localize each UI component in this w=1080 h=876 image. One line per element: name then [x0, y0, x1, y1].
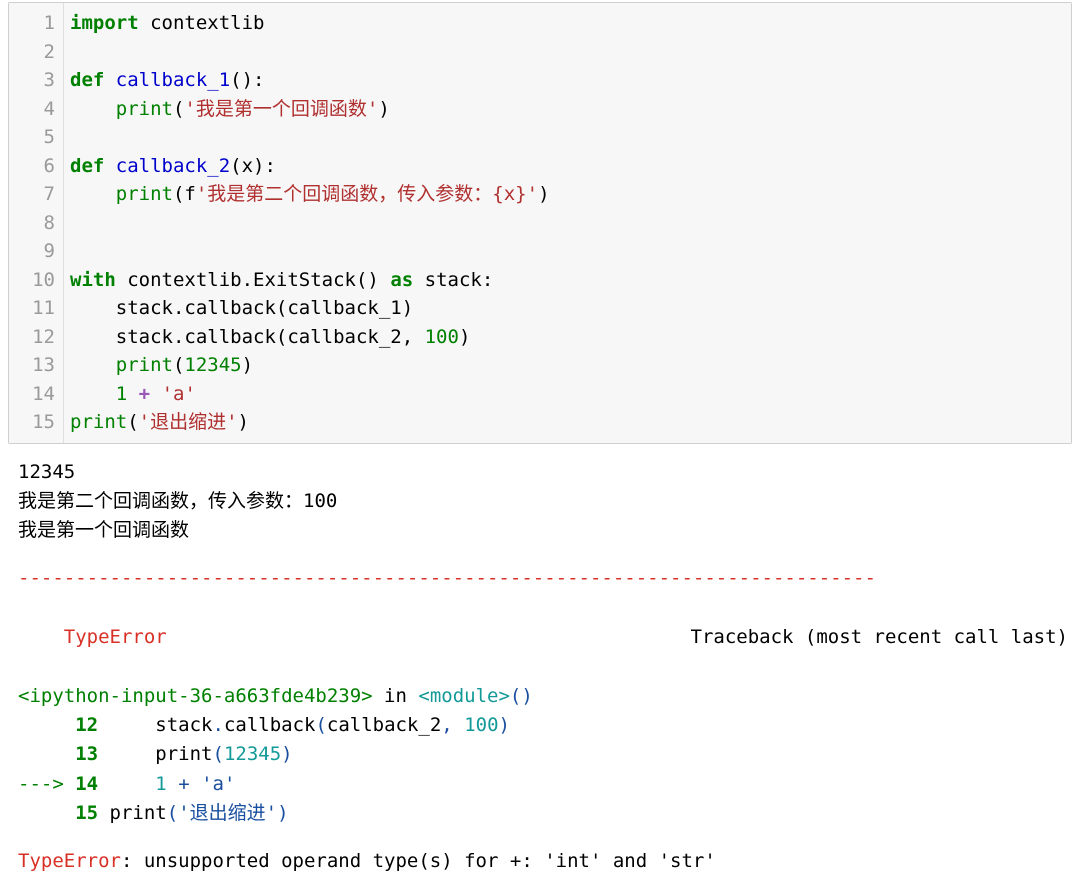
code-cell-inner: 1 2 3 4 5 6 7 8 9 10 11 12 13 14 15 impo…: [9, 3, 1071, 443]
keyword-as: as: [390, 269, 413, 291]
paren: ): [378, 98, 389, 120]
paren: ): [242, 354, 253, 376]
code-line: with contextlib.ExitStack() as stack:: [70, 266, 1071, 295]
keyword-def: def: [70, 155, 104, 177]
code-line-blank: [70, 123, 1071, 152]
string-literal: '退出缩进': [139, 411, 238, 433]
line-number: 1: [9, 9, 55, 38]
line-number: 11: [9, 294, 55, 323]
line-number-gutter: 1 2 3 4 5 6 7 8 9 10 11 12 13 14 15: [9, 3, 63, 443]
number-literal: 100: [425, 326, 459, 348]
builtin-call: print: [116, 354, 173, 376]
line-number: 12: [9, 323, 55, 352]
code-text: ():: [230, 69, 264, 91]
code-text: stack.callback(callback_1): [70, 297, 413, 319]
indent: [70, 183, 116, 205]
line-number: 5: [9, 123, 55, 152]
traceback-in: in: [373, 685, 419, 707]
tb-lineno: 13: [18, 743, 98, 765]
code-text: contextlib.ExitStack(): [116, 269, 391, 291]
traceback-line: 12 stack.callback(callback_2, 100): [18, 711, 1068, 740]
traceback-rule: ----------------------------------------…: [18, 564, 1068, 593]
code-line-blank: [70, 237, 1071, 266]
tb-lineno: 12: [18, 714, 98, 736]
paren: (: [173, 98, 184, 120]
keyword-with: with: [70, 269, 116, 291]
code-editor[interactable]: import contextlib def callback_1(): prin…: [63, 3, 1071, 443]
code-line: print('退出缩进'): [70, 408, 1071, 437]
function-name: callback_1: [104, 69, 230, 91]
traceback-label: Traceback (most recent call last): [691, 623, 1069, 652]
code-line: stack.callback(callback_1): [70, 294, 1071, 323]
code-line: def callback_2(x):: [70, 152, 1071, 181]
keyword-import: import: [70, 12, 139, 34]
line-number: 7: [9, 180, 55, 209]
module-name: contextlib: [139, 12, 265, 34]
stdout-line: 12345: [18, 458, 1068, 487]
paren: ): [238, 411, 249, 433]
line-number: 13: [9, 351, 55, 380]
line-number: 8: [9, 209, 55, 238]
tb-arrow: --->: [18, 773, 75, 795]
error-message: : unsupported operand type(s) for +: 'in…: [121, 850, 716, 872]
traceback-line: 13 print(12345): [18, 740, 1068, 769]
traceback-module: <module>: [418, 685, 510, 707]
code-line: import contextlib: [70, 9, 1071, 38]
code-line: def callback_1():: [70, 66, 1071, 95]
traceback-header: TypeError Traceback (most recent call las…: [18, 593, 1068, 681]
code-line-blank: [70, 38, 1071, 67]
code-cell: 1 2 3 4 5 6 7 8 9 10 11 12 13 14 15 impo…: [8, 2, 1072, 444]
traceback-parens: (): [510, 685, 533, 707]
code-line: stack.callback(callback_2, 100): [70, 323, 1071, 352]
indent: [70, 383, 116, 405]
indent: [70, 98, 116, 120]
stdout-line: 我是第一个回调函数: [18, 516, 1068, 545]
error-name: TypeError: [64, 626, 167, 648]
code-text: stack.callback(callback_2,: [70, 326, 425, 348]
traceback-line-current: ---> 14 1 + 'a': [18, 770, 1068, 799]
line-number: 3: [9, 66, 55, 95]
indent: [70, 354, 116, 376]
builtin-call: print: [116, 98, 173, 120]
builtin-call: print: [70, 411, 127, 433]
paren: (f: [173, 183, 196, 205]
code-text: (x):: [230, 155, 276, 177]
keyword-def: def: [70, 69, 104, 91]
line-number: 15: [9, 408, 55, 437]
code-line: print('我是第一个回调函数'): [70, 95, 1071, 124]
line-number: 6: [9, 152, 55, 181]
error-name: TypeError: [18, 850, 121, 872]
traceback-frame: <ipython-input-36-a663fde4b239> in <modu…: [18, 682, 1068, 711]
line-number: 10: [9, 266, 55, 295]
line-number: 4: [9, 95, 55, 124]
paren: ): [538, 183, 549, 205]
tb-lineno: 15: [18, 802, 98, 824]
line-number: 9: [9, 237, 55, 266]
traceback-final: TypeError: unsupported operand type(s) f…: [18, 847, 1068, 876]
code-text: ): [459, 326, 470, 348]
string-literal: '我是第一个回调函数': [184, 98, 378, 120]
traceback-line: 15 print('退出缩进'): [18, 799, 1068, 828]
operator: +: [139, 383, 150, 405]
line-number: 2: [9, 38, 55, 67]
tb-lineno: 14: [75, 773, 98, 795]
number-literal: 1: [116, 383, 127, 405]
line-number: 14: [9, 380, 55, 409]
output-area: 12345 我是第二个回调函数，传入参数：100 我是第一个回调函数 -----…: [0, 452, 1080, 876]
number-literal: 12345: [184, 354, 241, 376]
builtin-call: print: [116, 183, 173, 205]
code-text: stack:: [413, 269, 493, 291]
traceback-file: <ipython-input-36-a663fde4b239>: [18, 685, 373, 707]
paren: (: [173, 354, 184, 376]
code-line: print(f'我是第二个回调函数，传入参数：{x}'): [70, 180, 1071, 209]
code-line: print(12345): [70, 351, 1071, 380]
string-literal: '我是第二个回调函数，传入参数：{x}': [196, 183, 538, 205]
function-name: callback_2: [104, 155, 230, 177]
string-literal: 'a': [162, 383, 196, 405]
paren: (: [127, 411, 138, 433]
tb-text: stack: [155, 714, 212, 736]
code-line-blank: [70, 209, 1071, 238]
stdout-line: 我是第二个回调函数，传入参数：100: [18, 487, 1068, 516]
code-line: 1 + 'a': [70, 380, 1071, 409]
